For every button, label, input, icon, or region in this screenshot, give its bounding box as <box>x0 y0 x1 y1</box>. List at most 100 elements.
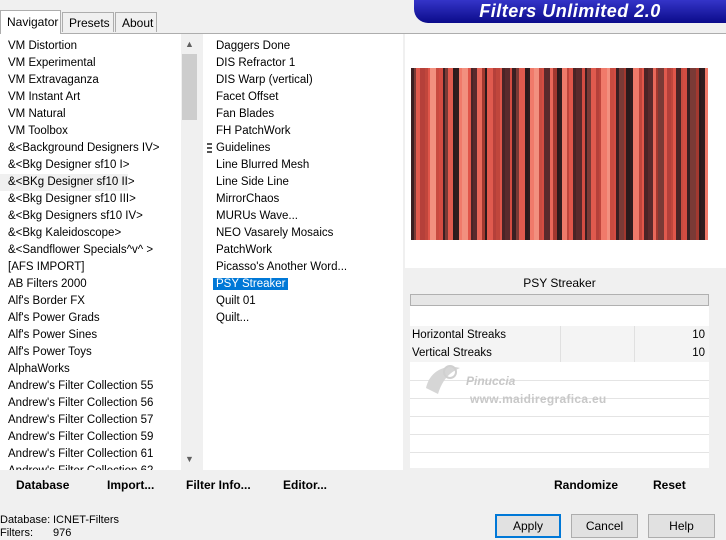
category-item[interactable]: AB Filters 2000 <box>0 276 198 293</box>
drag-grip-icon[interactable] <box>207 143 212 154</box>
category-item[interactable]: Andrew's Filter Collection 55 <box>0 378 198 395</box>
param-value[interactable]: 10 <box>692 326 705 344</box>
filter-item-label: Daggers Done <box>216 40 291 52</box>
database-status-value: ICNET-Filters <box>53 514 119 526</box>
filter-item[interactable]: FH PatchWork <box>203 123 403 140</box>
param-row-horizontal-streaks[interactable]: Horizontal Streaks 10 <box>410 326 709 344</box>
filters-count-label: Filters: <box>0 527 33 539</box>
filter-item[interactable]: MURUs Wave... <box>203 208 403 225</box>
category-item[interactable]: AlphaWorks <box>0 361 198 378</box>
category-item[interactable]: Alf's Power Toys <box>0 344 198 361</box>
filter-item[interactable]: PSY Streaker <box>203 276 403 293</box>
category-item[interactable]: Alf's Power Grads <box>0 310 198 327</box>
tab-presets[interactable]: Presets <box>62 12 114 32</box>
param-value[interactable]: 10 <box>692 344 705 362</box>
preview-image <box>411 68 708 240</box>
reset-button[interactable]: Reset <box>653 478 686 492</box>
import-button[interactable]: Import... <box>107 478 154 492</box>
slider-tick <box>634 326 635 344</box>
app-title-banner: Filters Unlimited 2.0 <box>414 0 726 23</box>
category-item[interactable]: Andrew's Filter Collection 59 <box>0 429 198 446</box>
category-item[interactable]: &<Background Designers IV> <box>0 140 198 157</box>
category-item[interactable]: &<Bkg Designer sf10 I> <box>0 157 198 174</box>
category-item[interactable]: VM Instant Art <box>0 89 198 106</box>
preview-stripe <box>411 68 415 240</box>
preview-stripe <box>455 68 460 240</box>
category-item[interactable]: Andrew's Filter Collection 56 <box>0 395 198 412</box>
scroll-down-icon[interactable]: ▼ <box>181 451 198 468</box>
category-item[interactable]: [AFS IMPORT] <box>0 259 198 276</box>
preview-stripe <box>587 68 592 240</box>
filter-item[interactable]: Fan Blades <box>203 106 403 123</box>
preview-stripe <box>420 68 426 240</box>
category-list[interactable]: VM Distortion VM Experimental VM Extravaga… <box>0 34 198 470</box>
preview-stripe <box>516 68 520 240</box>
filter-item[interactable]: PatchWork <box>203 242 403 259</box>
database-button[interactable]: Database <box>16 478 69 492</box>
preview-stripe <box>664 68 668 240</box>
filter-item[interactable]: Quilt... <box>203 310 403 327</box>
preview-stripe <box>553 68 558 240</box>
category-item[interactable]: Andrew's Filter Collection 62 <box>0 463 198 470</box>
category-item[interactable]: Andrew's Filter Collection 61 <box>0 446 198 463</box>
filter-item[interactable]: Line Side Line <box>203 174 403 191</box>
preview-stripe <box>569 68 574 240</box>
filter-item[interactable]: Daggers Done <box>203 38 403 55</box>
preview-stripe <box>416 68 421 240</box>
category-item[interactable]: VM Natural <box>0 106 198 123</box>
category-item[interactable]: VM Extravaganza <box>0 72 198 89</box>
cancel-button[interactable]: Cancel <box>571 514 638 538</box>
category-item[interactable]: &<Bkg Kaleidoscope> <box>0 225 198 242</box>
preview-stripe <box>607 68 611 240</box>
filter-item-label: Quilt 01 <box>216 295 256 307</box>
filter-item[interactable]: DIS Refractor 1 <box>203 55 403 72</box>
preview-stripe <box>459 68 463 240</box>
category-item[interactable]: &<Bkg Designer sf10 III> <box>0 191 198 208</box>
preview-stripe <box>673 68 677 240</box>
category-item[interactable]: Alf's Power Sines <box>0 327 198 344</box>
watermark-logo-icon <box>426 365 460 394</box>
scroll-up-icon[interactable]: ▲ <box>181 36 198 53</box>
filter-item[interactable]: DIS Warp (vertical) <box>203 72 403 89</box>
filter-list[interactable]: Daggers Done DIS Refractor 1 DIS Warp (ver… <box>203 34 403 470</box>
apply-button[interactable]: Apply <box>495 514 561 538</box>
preview-stripe <box>687 68 691 240</box>
preview-stripe <box>601 68 608 240</box>
tab-about[interactable]: About <box>115 12 157 32</box>
filter-item[interactable]: Quilt 01 <box>203 293 403 310</box>
filter-item[interactable]: MirrorChaos <box>203 191 403 208</box>
randomize-button[interactable]: Randomize <box>554 478 618 492</box>
filter-info-button[interactable]: Filter Info... <box>186 478 251 492</box>
help-button[interactable]: Help <box>648 514 715 538</box>
editor-button[interactable]: Editor... <box>283 478 327 492</box>
scroll-thumb[interactable] <box>182 54 197 120</box>
watermark-url: www.maidiregrafica.eu <box>470 392 607 406</box>
category-scrollbar[interactable]: ▲ ▼ <box>181 34 198 470</box>
filter-item[interactable]: Guidelines <box>203 140 403 157</box>
category-item[interactable]: Andrew's Filter Collection 57 <box>0 412 198 429</box>
param-divider <box>410 434 709 435</box>
category-item[interactable]: &<BKg Designer sf10 II> <box>0 174 135 191</box>
preview-stripe <box>676 68 682 240</box>
preview-stripe <box>619 68 625 240</box>
preview-stripe <box>626 68 631 240</box>
preview-stripe <box>487 68 494 240</box>
preview-stripe <box>445 68 449 240</box>
progress-bar <box>410 294 709 306</box>
filter-item-label: PatchWork <box>216 244 273 256</box>
category-item[interactable]: VM Distortion <box>0 38 198 55</box>
category-item[interactable]: &<Bkg Designers sf10 IV> <box>0 208 198 225</box>
filter-item[interactable]: Facet Offset <box>203 89 403 106</box>
preview-stripe <box>462 68 469 240</box>
category-item[interactable]: VM Toolbox <box>0 123 198 140</box>
filter-item-label: MirrorChaos <box>216 193 280 205</box>
preview-stripe <box>690 68 697 240</box>
filter-item[interactable]: NEO Vasarely Mosaics <box>203 225 403 242</box>
filter-item[interactable]: Picasso's Another Word... <box>203 259 403 276</box>
filter-item[interactable]: Line Blurred Mesh <box>203 157 403 174</box>
category-item[interactable]: &<Sandflower Specials^v^ > <box>0 242 198 259</box>
category-item[interactable]: Alf's Border FX <box>0 293 198 310</box>
tab-navigator[interactable]: Navigator <box>0 10 61 34</box>
category-item[interactable]: VM Experimental <box>0 55 198 72</box>
preview-stripe <box>512 68 517 240</box>
